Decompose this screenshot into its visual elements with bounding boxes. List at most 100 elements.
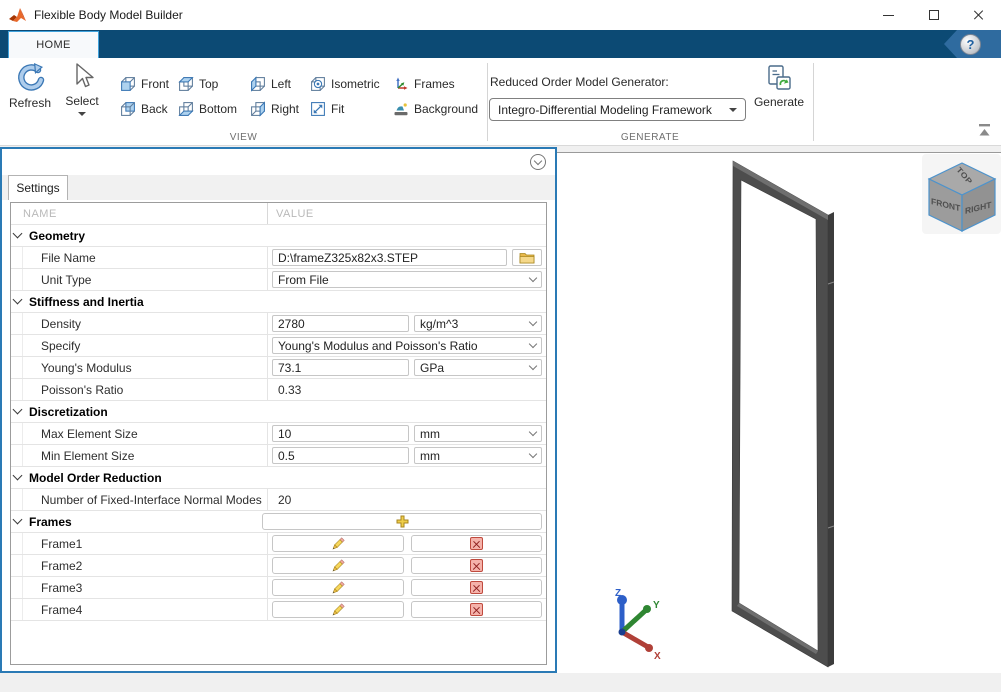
- max-element-unit-select[interactable]: mm: [414, 425, 542, 442]
- frames-toggle-button[interactable]: Frames: [393, 74, 455, 94]
- collapse-chevron-icon: [13, 515, 23, 525]
- poissons-ratio-value[interactable]: 0.33: [272, 383, 542, 397]
- fit-view-button[interactable]: Fit: [310, 99, 344, 119]
- min-element-size-input[interactable]: [272, 447, 409, 464]
- frames-icon: [393, 76, 409, 92]
- section-title: Model Order Reduction: [29, 471, 162, 485]
- delete-icon: [470, 603, 483, 616]
- generate-section-label: GENERATE: [487, 132, 813, 143]
- close-button[interactable]: [956, 0, 1001, 30]
- right-view-button[interactable]: Right: [250, 99, 299, 119]
- specify-select[interactable]: Young's Modulus and Poisson's Ratio: [272, 337, 542, 354]
- delete-frame2-button[interactable]: [411, 557, 543, 574]
- density-input[interactable]: [272, 315, 409, 332]
- panel-collapse-button[interactable]: [530, 154, 546, 170]
- unit-type-select[interactable]: From File: [272, 271, 542, 288]
- front-view-button[interactable]: Front: [120, 74, 169, 94]
- tab-home[interactable]: HOME: [8, 31, 99, 58]
- generate-button[interactable]: Generate: [752, 64, 806, 109]
- row-gutter: [11, 599, 23, 620]
- top-view-label: Top: [199, 77, 218, 91]
- delete-frame3-button[interactable]: [411, 579, 543, 596]
- back-view-button[interactable]: Back: [120, 99, 168, 119]
- edit-frame3-button[interactable]: [272, 579, 404, 596]
- delete-frame4-button[interactable]: [411, 601, 543, 618]
- row-gutter: [11, 357, 23, 378]
- max-element-size-input[interactable]: [272, 425, 409, 442]
- chevron-down-icon: [529, 428, 537, 436]
- collapse-toolstrip-button[interactable]: [976, 124, 993, 137]
- generate-icon: [765, 64, 793, 92]
- view-cube[interactable]: TOP FRONT RIGHT: [922, 154, 1001, 234]
- edit-frame4-button[interactable]: [272, 601, 404, 618]
- section-row-model-order-reduction[interactable]: Model Order Reduction: [11, 467, 546, 489]
- flexible-body-model[interactable]: [732, 161, 834, 667]
- collapse-chevron-icon: [13, 229, 23, 239]
- add-frame-button[interactable]: [262, 513, 542, 530]
- section-row-geometry[interactable]: Geometry: [11, 225, 546, 247]
- property-row-max-element-size: Max Element Size mm: [11, 423, 546, 445]
- name-column-header: NAME: [11, 203, 268, 224]
- density-unit-select[interactable]: kg/m^3: [414, 315, 542, 332]
- z-axis-label: Z: [615, 588, 621, 599]
- minimize-icon: [883, 15, 894, 16]
- section-row-frames[interactable]: Frames: [11, 511, 546, 533]
- pencil-icon: [330, 580, 346, 596]
- bottom-view-button[interactable]: Bottom: [178, 99, 237, 119]
- chevron-down-icon: [529, 362, 537, 370]
- top-view-button[interactable]: Top: [178, 74, 218, 94]
- isometric-view-icon: [310, 76, 326, 92]
- rom-dropdown-icon: [729, 108, 737, 112]
- front-view-label: Front: [141, 77, 169, 91]
- frame-row-2: Frame2: [11, 555, 546, 577]
- delete-icon: [470, 559, 483, 572]
- table-header-row: NAME VALUE: [11, 203, 546, 225]
- property-row-unit-type: Unit Type From File: [11, 269, 546, 291]
- specify-value: Young's Modulus and Poisson's Ratio: [278, 339, 530, 353]
- frame-name: Frame1: [23, 533, 268, 554]
- file-name-input[interactable]: [272, 249, 507, 266]
- frames-toggle-label: Frames: [414, 77, 455, 91]
- youngs-unit-select[interactable]: GPa: [414, 359, 542, 376]
- delete-frame1-button[interactable]: [411, 535, 543, 552]
- right-view-icon: [250, 101, 266, 117]
- edit-frame1-button[interactable]: [272, 535, 404, 552]
- rom-generator-select[interactable]: Integro-Differential Modeling Framework: [489, 98, 746, 121]
- maximize-button[interactable]: [911, 0, 956, 30]
- normal-modes-value[interactable]: 20: [272, 493, 542, 507]
- property-name: Unit Type: [23, 269, 268, 290]
- min-element-unit-value: mm: [420, 449, 530, 463]
- row-gutter: [11, 247, 23, 268]
- background-button[interactable]: Background: [393, 99, 478, 119]
- tab-settings[interactable]: Settings: [8, 175, 68, 200]
- row-gutter: [11, 423, 23, 444]
- browse-file-button[interactable]: [512, 249, 542, 266]
- property-name: Poisson's Ratio: [23, 379, 268, 400]
- property-name: Density: [23, 313, 268, 334]
- left-view-button[interactable]: Left: [250, 74, 291, 94]
- maximize-icon: [929, 10, 939, 20]
- minimize-button[interactable]: [866, 0, 911, 30]
- refresh-button[interactable]: Refresh: [5, 61, 55, 110]
- folder-icon: [519, 251, 535, 264]
- x-axis-tip: [645, 644, 653, 652]
- property-name: Number of Fixed-Interface Normal Modes: [23, 489, 268, 510]
- youngs-modulus-input[interactable]: [272, 359, 409, 376]
- section-row-discretization[interactable]: Discretization: [11, 401, 546, 423]
- window-controls: [866, 0, 1001, 30]
- property-name: File Name: [23, 247, 268, 268]
- isometric-view-button[interactable]: Isometric: [310, 74, 380, 94]
- help-button[interactable]: ?: [960, 34, 981, 55]
- property-name: Max Element Size: [23, 423, 268, 444]
- property-row-poissons-ratio: Poisson's Ratio 0.33: [11, 379, 546, 401]
- y-axis-label: Y: [653, 600, 660, 611]
- viewport-3d[interactable]: TOP FRONT RIGHT Z Y X: [557, 152, 1001, 673]
- settings-panel: Settings NAME VALUE Geometry File Name: [0, 147, 557, 673]
- min-element-unit-select[interactable]: mm: [414, 447, 542, 464]
- select-button[interactable]: Select: [58, 61, 106, 116]
- background-label: Background: [414, 102, 478, 116]
- section-row-stiffness[interactable]: Stiffness and Inertia: [11, 291, 546, 313]
- edit-frame2-button[interactable]: [272, 557, 404, 574]
- chevron-down-icon: [529, 318, 537, 326]
- y-axis: [622, 610, 646, 632]
